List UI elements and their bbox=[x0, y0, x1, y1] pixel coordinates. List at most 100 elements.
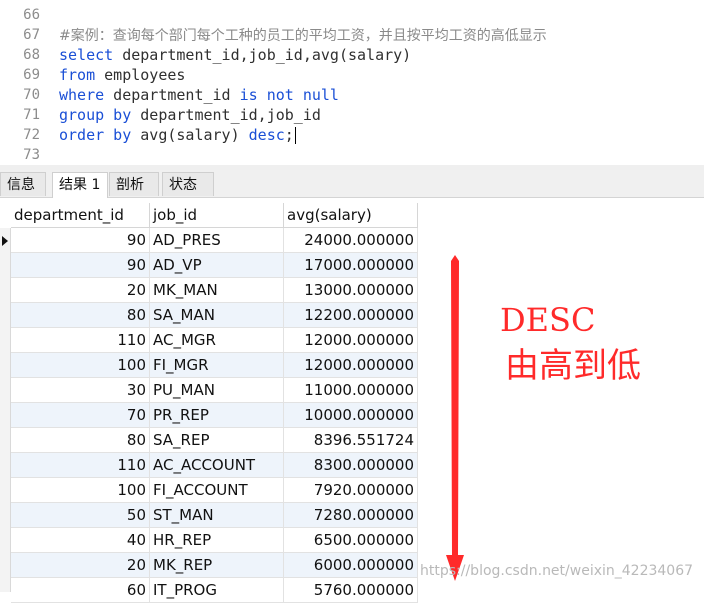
result-tab-bar: 信息 结果 1 剖析 状态 bbox=[0, 170, 704, 198]
tab-status[interactable]: 状态 bbox=[162, 172, 214, 196]
cell-department-id[interactable]: 30 bbox=[11, 378, 150, 403]
cell-avg-salary[interactable]: 6000.000000 bbox=[284, 553, 418, 578]
cell-department-id[interactable]: 110 bbox=[11, 453, 150, 478]
table-row[interactable]: 80 SA_MAN 12200.000000 bbox=[11, 303, 418, 328]
cell-department-id[interactable]: 60 bbox=[11, 578, 150, 603]
cell-job-id[interactable]: AC_MGR bbox=[150, 328, 284, 353]
table-row[interactable]: 60 IT_PROG 5760.000000 bbox=[11, 578, 418, 603]
cell-department-id[interactable]: 80 bbox=[11, 428, 150, 453]
code-line[interactable]: 66 bbox=[0, 5, 704, 25]
cell-avg-salary[interactable]: 8300.000000 bbox=[284, 453, 418, 478]
code-line[interactable]: 70 where department_id is not null bbox=[0, 85, 704, 105]
tab-profile[interactable]: 剖析 bbox=[109, 172, 159, 196]
cell-job-id[interactable]: FI_MGR bbox=[150, 353, 284, 378]
cell-job-id[interactable]: MK_MAN bbox=[150, 278, 284, 303]
code-line[interactable]: 72 order by avg(salary) desc; bbox=[0, 125, 704, 145]
cell-avg-salary[interactable]: 11000.000000 bbox=[284, 378, 418, 403]
sql-keyword: order by bbox=[59, 126, 132, 144]
cell-job-id[interactable]: PU_MAN bbox=[150, 378, 284, 403]
cell-avg-salary[interactable]: 24000.000000 bbox=[284, 228, 418, 253]
cell-department-id[interactable]: 100 bbox=[11, 478, 150, 503]
code-line[interactable]: 67 #案例：查询每个部门每个工种的员工的平均工资，并且按平均工资的高低显示 bbox=[0, 25, 704, 45]
cell-job-id[interactable]: PR_REP bbox=[150, 403, 284, 428]
cell-avg-salary[interactable]: 7920.000000 bbox=[284, 478, 418, 503]
annotation-high-to-low: 由高到低 bbox=[505, 346, 641, 386]
annotation-desc: DESC bbox=[500, 301, 596, 339]
cell-department-id[interactable]: 50 bbox=[11, 503, 150, 528]
cell-avg-salary[interactable]: 12200.000000 bbox=[284, 303, 418, 328]
code-text: from employees bbox=[59, 65, 185, 85]
sql-text: department_id bbox=[104, 86, 240, 104]
cell-department-id[interactable]: 40 bbox=[11, 528, 150, 553]
table-row[interactable]: 20 MK_MAN 13000.000000 bbox=[11, 278, 418, 303]
cell-job-id[interactable]: MK_REP bbox=[150, 553, 284, 578]
line-number: 69 bbox=[23, 67, 40, 83]
cell-job-id[interactable]: SA_REP bbox=[150, 428, 284, 453]
sql-text: department_id,job_id,avg(salary) bbox=[113, 46, 412, 64]
code-line[interactable]: 73 bbox=[0, 145, 704, 165]
tab-result-1[interactable]: 结果 1 bbox=[52, 172, 108, 198]
cell-job-id[interactable]: SA_MAN bbox=[150, 303, 284, 328]
cell-job-id[interactable]: ST_MAN bbox=[150, 503, 284, 528]
cell-avg-salary[interactable]: 17000.000000 bbox=[284, 253, 418, 278]
cell-job-id[interactable]: AD_PRES bbox=[150, 228, 284, 253]
result-grid[interactable]: department_id job_id avg(salary) 90 AD_PR… bbox=[0, 198, 704, 603]
down-arrow-icon bbox=[446, 255, 464, 581]
line-number: 67 bbox=[23, 27, 40, 43]
cell-department-id[interactable]: 100 bbox=[11, 353, 150, 378]
sql-keyword: select bbox=[59, 46, 114, 64]
code-line[interactable]: 69 from employees bbox=[0, 65, 704, 85]
table-row[interactable]: 110 AC_ACCOUNT 8300.000000 bbox=[11, 453, 418, 478]
line-number: 66 bbox=[23, 7, 40, 23]
table-row[interactable]: 70 PR_REP 10000.000000 bbox=[11, 403, 418, 428]
line-number: 73 bbox=[23, 147, 40, 163]
table-row[interactable]: 90 AD_VP 17000.000000 bbox=[11, 253, 418, 278]
tab-info[interactable]: 信息 bbox=[0, 172, 46, 196]
cell-job-id[interactable]: FI_ACCOUNT bbox=[150, 478, 284, 503]
column-header-job-id[interactable]: job_id bbox=[150, 203, 284, 228]
table-row[interactable]: 100 FI_MGR 12000.000000 bbox=[11, 353, 418, 378]
cell-avg-salary[interactable]: 6500.000000 bbox=[284, 528, 418, 553]
cell-job-id[interactable]: AD_VP bbox=[150, 253, 284, 278]
watermark: https://blog.csdn.net/weixin_42234067 bbox=[420, 563, 694, 579]
cell-department-id[interactable]: 90 bbox=[11, 228, 150, 253]
cell-job-id[interactable]: AC_ACCOUNT bbox=[150, 453, 284, 478]
sql-editor[interactable]: 66 67 #案例：查询每个部门每个工种的员工的平均工资，并且按平均工资的高低显示 6… bbox=[0, 0, 704, 165]
row-header-column bbox=[0, 228, 11, 592]
table-row[interactable]: 90 AD_PRES 24000.000000 bbox=[11, 228, 418, 253]
table-row[interactable]: 110 AC_MGR 12000.000000 bbox=[11, 328, 418, 353]
cell-job-id[interactable]: IT_PROG bbox=[150, 578, 284, 603]
cell-department-id[interactable]: 80 bbox=[11, 303, 150, 328]
table-row[interactable]: 40 HR_REP 6500.000000 bbox=[11, 528, 418, 553]
cell-department-id[interactable]: 90 bbox=[11, 253, 150, 278]
cell-avg-salary[interactable]: 10000.000000 bbox=[284, 403, 418, 428]
sql-keyword: desc bbox=[248, 126, 285, 144]
cell-department-id[interactable]: 20 bbox=[11, 278, 150, 303]
code-text: group by department_id,job_id bbox=[59, 105, 321, 125]
table-row[interactable]: 20 MK_REP 6000.000000 bbox=[11, 553, 418, 578]
cell-department-id[interactable]: 20 bbox=[11, 553, 150, 578]
text-caret bbox=[294, 127, 296, 144]
table-row[interactable]: 30 PU_MAN 11000.000000 bbox=[11, 378, 418, 403]
column-header-department-id[interactable]: department_id bbox=[11, 203, 150, 228]
column-header-avg-salary[interactable]: avg(salary) bbox=[284, 203, 418, 228]
code-line[interactable]: 71 group by department_id,job_id bbox=[0, 105, 704, 125]
code-line[interactable]: 68 select department_id,job_id,avg(salary… bbox=[0, 45, 704, 65]
sql-keyword: where bbox=[59, 86, 105, 104]
table-row[interactable]: 80 SA_REP 8396.551724 bbox=[11, 428, 418, 453]
cell-job-id[interactable]: HR_REP bbox=[150, 528, 284, 553]
cell-avg-salary[interactable]: 13000.000000 bbox=[284, 278, 418, 303]
table-row[interactable]: 100 FI_ACCOUNT 7920.000000 bbox=[11, 478, 418, 503]
sql-keyword: group by bbox=[59, 106, 132, 124]
sql-keyword: is not null bbox=[239, 86, 339, 104]
cell-avg-salary[interactable]: 7280.000000 bbox=[284, 503, 418, 528]
cell-avg-salary[interactable]: 12000.000000 bbox=[284, 328, 418, 353]
cell-department-id[interactable]: 110 bbox=[11, 328, 150, 353]
line-number: 72 bbox=[23, 127, 40, 143]
cell-avg-salary[interactable]: 5760.000000 bbox=[284, 578, 418, 603]
cell-avg-salary[interactable]: 12000.000000 bbox=[284, 353, 418, 378]
cell-department-id[interactable]: 70 bbox=[11, 403, 150, 428]
code-text: select department_id,job_id,avg(salary) bbox=[59, 45, 411, 65]
cell-avg-salary[interactable]: 8396.551724 bbox=[284, 428, 418, 453]
table-row[interactable]: 50 ST_MAN 7280.000000 bbox=[11, 503, 418, 528]
